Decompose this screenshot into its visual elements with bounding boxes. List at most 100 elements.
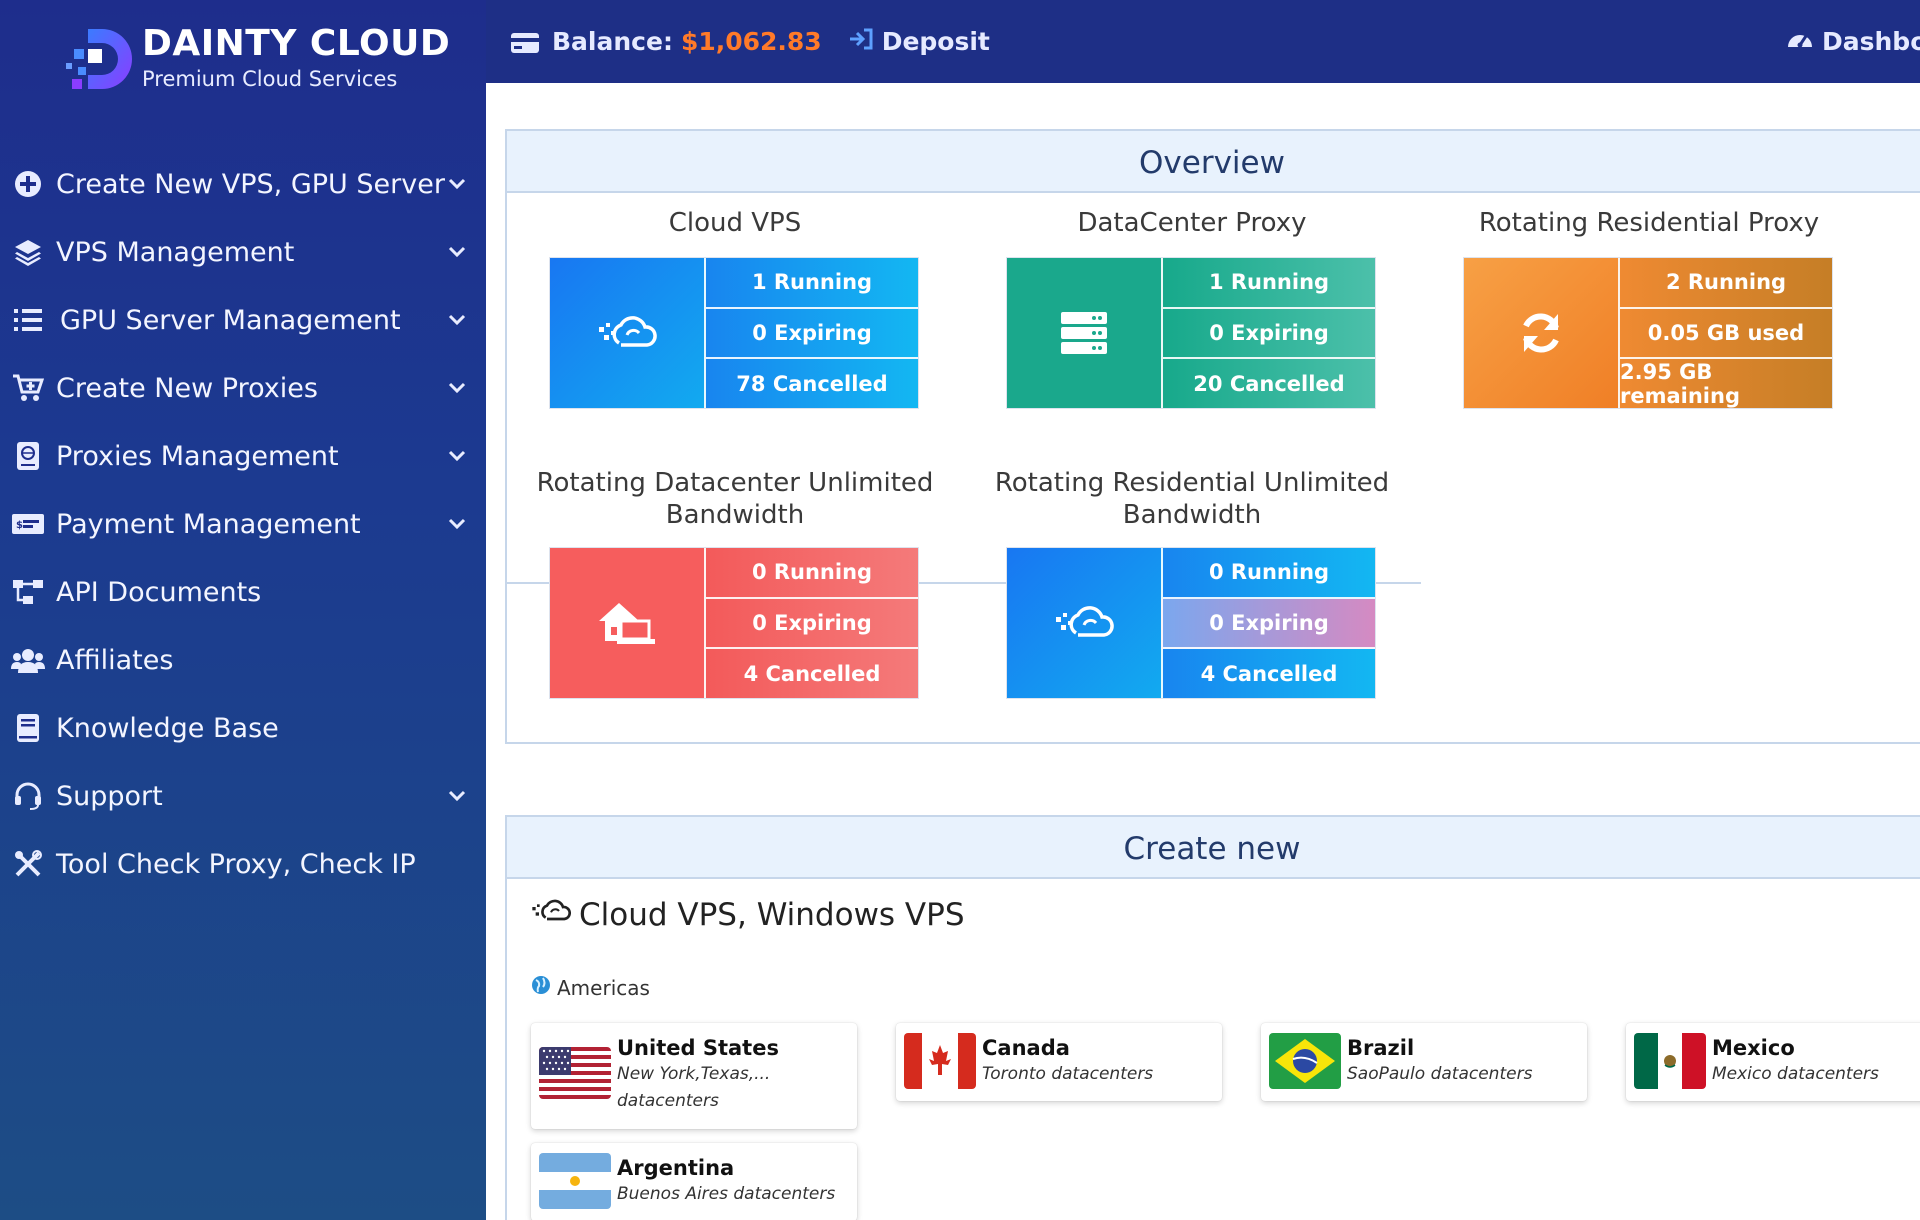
sidebar-item-tool-check-proxy[interactable]: Tool Check Proxy, Check IP bbox=[0, 834, 486, 894]
sidebar-item-label: Support bbox=[56, 780, 163, 812]
list-icon bbox=[10, 302, 46, 338]
stat-expiring: 0 Expiring bbox=[1161, 598, 1375, 650]
location-name: Brazil bbox=[1347, 1036, 1415, 1060]
stat-running: 1 Running bbox=[1161, 258, 1375, 309]
location-card-united-states[interactable]: United States New York,Texas,... datacen… bbox=[531, 1023, 857, 1129]
create-new-header: Create new bbox=[507, 817, 1920, 879]
stat-running: 1 Running bbox=[704, 258, 918, 309]
location-desc-line2: datacenters bbox=[617, 1091, 719, 1111]
service-stats: 1 Running 0 Expiring 78 Cancelled bbox=[704, 258, 918, 409]
brand[interactable]: DAINTY CLOUD Premium Cloud Services bbox=[58, 18, 450, 98]
chevron-down-icon bbox=[444, 307, 470, 333]
balance-amount: $1,062.83 bbox=[680, 27, 822, 56]
service-title: DataCenter Proxy bbox=[1077, 208, 1307, 238]
location-name: Mexico bbox=[1712, 1036, 1795, 1060]
deposit-button[interactable]: Deposit bbox=[848, 27, 990, 56]
service-title: Rotating Datacenter Unlimited Bandwidth bbox=[536, 468, 934, 530]
location-desc: Buenos Aires datacenters bbox=[617, 1184, 836, 1204]
cart-plus-icon bbox=[10, 370, 46, 406]
svg-text:$: $ bbox=[16, 520, 23, 531]
sidebar-item-gpu-management[interactable]: GPU Server Management bbox=[0, 290, 486, 350]
stat-expiring: 0 Expiring bbox=[704, 308, 918, 360]
service-title: Rotating Residential Proxy bbox=[1478, 208, 1820, 238]
sidebar-item-create-proxies[interactable]: Create New Proxies bbox=[0, 358, 486, 418]
chevron-down-icon bbox=[444, 783, 470, 809]
sidebar-item-affiliates[interactable]: Affiliates bbox=[0, 630, 486, 690]
cloud-icon bbox=[1007, 548, 1161, 698]
sidebar-item-label: Proxies Management bbox=[56, 440, 339, 472]
location-name: Argentina bbox=[617, 1156, 735, 1180]
headset-icon bbox=[10, 778, 46, 814]
cloud-icon bbox=[550, 258, 704, 408]
sidebar-item-create-vps[interactable]: Create New VPS, GPU Server bbox=[0, 154, 486, 214]
sign-in-icon bbox=[848, 27, 874, 56]
stat-expiring: 0 Expiring bbox=[1161, 308, 1375, 360]
credit-card-icon bbox=[510, 31, 540, 53]
location-card-canada[interactable]: Canada Toronto datacenters bbox=[896, 1023, 1222, 1101]
stat-running: 0 Running bbox=[704, 548, 918, 599]
service-stats: 1 Running 0 Expiring 20 Cancelled bbox=[1161, 258, 1375, 409]
stat-cancelled: 4 Cancelled bbox=[704, 649, 918, 699]
location-card-argentina[interactable]: Argentina Buenos Aires datacenters bbox=[531, 1143, 857, 1220]
chevron-down-icon bbox=[444, 375, 470, 401]
us-flag-icon bbox=[539, 1047, 611, 1099]
region-label: Americas bbox=[557, 975, 650, 1000]
chevron-down-icon bbox=[444, 511, 470, 537]
deposit-label: Deposit bbox=[881, 27, 990, 56]
sidebar-item-label: Knowledge Base bbox=[56, 712, 279, 744]
chevron-down-icon bbox=[444, 171, 470, 197]
overview-panel: Overview Cloud VPS 1 Running 0 Expiring … bbox=[505, 129, 1920, 744]
stat-running: 0 Running bbox=[1161, 548, 1375, 599]
sidebar-item-label: Create New Proxies bbox=[56, 372, 318, 404]
sidebar-item-vps-management[interactable]: VPS Management bbox=[0, 222, 486, 282]
sidebar-item-label: Create New VPS, GPU Server bbox=[56, 168, 445, 200]
brand-tagline: Premium Cloud Services bbox=[142, 67, 398, 91]
book-icon bbox=[10, 710, 46, 746]
sidebar-item-proxies-management[interactable]: Proxies Management bbox=[0, 426, 486, 486]
canada-flag-icon bbox=[904, 1033, 976, 1089]
service-stats: 2 Running 0.05 GB used 2.95 GB remaining bbox=[1618, 258, 1832, 409]
location-desc: New York,Texas,... bbox=[617, 1064, 771, 1084]
money-card-icon: $ bbox=[10, 506, 46, 542]
chevron-down-icon bbox=[444, 239, 470, 265]
stat-cancelled: 20 Cancelled bbox=[1161, 359, 1375, 409]
service-stats: 0 Running 0 Expiring 4 Cancelled bbox=[1161, 548, 1375, 699]
service-title: Cloud VPS bbox=[668, 208, 802, 238]
stat-expiring: 0 Expiring bbox=[704, 598, 918, 650]
region-americas: Americas bbox=[531, 975, 650, 1000]
users-icon bbox=[10, 642, 46, 678]
sidebar-item-knowledge-base[interactable]: Knowledge Base bbox=[0, 698, 486, 758]
service-stats: 0 Running 0 Expiring 4 Cancelled bbox=[704, 548, 918, 699]
server-icon bbox=[1007, 258, 1161, 408]
brand-logo-icon bbox=[58, 19, 136, 97]
brand-name: DAINTY CLOUD bbox=[142, 23, 451, 64]
sitemap-icon bbox=[10, 574, 46, 610]
service-box: 1 Running 0 Expiring 20 Cancelled bbox=[1006, 257, 1376, 409]
location-card-brazil[interactable]: Brazil SaoPaulo datacenters bbox=[1261, 1023, 1587, 1101]
sidebar-item-label: Affiliates bbox=[56, 644, 174, 676]
stat-cancelled: 78 Cancelled bbox=[704, 359, 918, 409]
chevron-down-icon bbox=[444, 443, 470, 469]
stat-running: 2 Running bbox=[1618, 258, 1832, 309]
topbar: Balance: $1,062.83 Deposit Dashboard bbox=[486, 0, 1920, 83]
location-desc: Mexico datacenters bbox=[1712, 1064, 1879, 1084]
sidebar-item-label: API Documents bbox=[56, 576, 262, 608]
sidebar-item-api-documents[interactable]: API Documents bbox=[0, 562, 486, 622]
service-title: Rotating Residential Unlimited Bandwidth bbox=[994, 468, 1390, 530]
dashboard-label: Dashboard bbox=[1822, 27, 1920, 56]
create-new-panel: Create new Cloud VPS, Windows VPS Americ… bbox=[505, 815, 1920, 1220]
location-card-mexico[interactable]: Mexico Mexico datacenters bbox=[1626, 1023, 1920, 1101]
location-name: Canada bbox=[982, 1036, 1070, 1060]
service-box: 0 Running 0 Expiring 4 Cancelled bbox=[1006, 547, 1376, 699]
sync-icon bbox=[1464, 258, 1618, 408]
location-desc: Toronto datacenters bbox=[982, 1064, 1154, 1084]
sidebar-item-label: GPU Server Management bbox=[60, 304, 401, 336]
create-new-title: Create new bbox=[1123, 831, 1301, 867]
service-box: 2 Running 0.05 GB used 2.95 GB remaining bbox=[1463, 257, 1833, 409]
service-box: 0 Running 0 Expiring 4 Cancelled bbox=[549, 547, 919, 699]
sidebar-item-payment-management[interactable]: $ Payment Management bbox=[0, 494, 486, 554]
sidebar-item-support[interactable]: Support bbox=[0, 766, 486, 826]
sidebar-item-label: VPS Management bbox=[56, 236, 295, 268]
dashboard-link[interactable]: Dashboard bbox=[1786, 0, 1920, 83]
stat-remaining: 2.95 GB remaining bbox=[1618, 359, 1832, 409]
